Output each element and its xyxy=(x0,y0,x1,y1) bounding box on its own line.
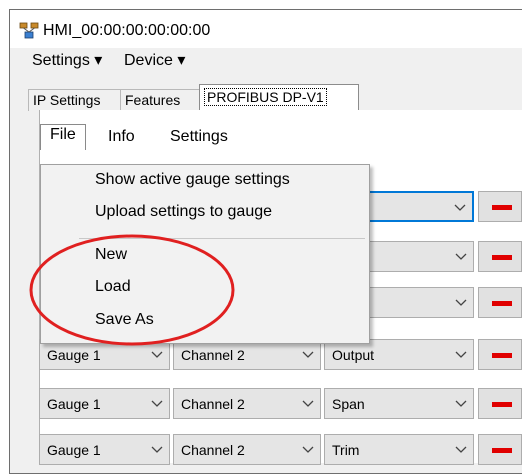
remove-row-button[interactable] xyxy=(478,339,522,370)
gauge-value: Gauge 1 xyxy=(47,396,101,412)
remove-row-button[interactable] xyxy=(478,241,522,272)
menu-item-show-active-gauge-settings[interactable]: Show active gauge settings xyxy=(95,171,290,189)
channel-value: Channel 2 xyxy=(181,347,245,363)
remove-row-button[interactable] xyxy=(478,388,522,419)
chevron-down-icon xyxy=(302,446,314,453)
title-bar: HMI_00:00:00:00:00:00 xyxy=(10,10,522,48)
menu-device[interactable]: Device ▾ xyxy=(124,50,185,70)
minus-icon xyxy=(492,402,512,407)
menu-settings[interactable]: Settings ▾ xyxy=(32,50,102,70)
tab-features-label: Features xyxy=(125,92,181,108)
channel-value: Channel 2 xyxy=(181,442,245,458)
gauge-select[interactable]: Gauge 1 xyxy=(39,388,170,419)
minus-icon xyxy=(492,301,512,306)
minus-icon xyxy=(492,205,512,210)
menu-item-save-as[interactable]: Save As xyxy=(95,311,154,329)
type-select[interactable]: Trim xyxy=(324,434,474,465)
minus-icon xyxy=(492,255,512,260)
remove-row-button[interactable] xyxy=(478,434,522,465)
tab-profibus[interactable]: PROFIBUS DP-V1 xyxy=(199,84,359,111)
menu-icon-gutter xyxy=(41,165,77,343)
window-title: HMI_00:00:00:00:00:00 xyxy=(43,22,211,39)
tab-profibus-label: PROFIBUS DP-V1 xyxy=(204,88,327,106)
menu-inner-settings[interactable]: Settings xyxy=(170,128,228,146)
chevron-down-icon xyxy=(151,400,163,407)
remove-row-button[interactable] xyxy=(478,287,522,318)
chevron-down-icon xyxy=(455,446,467,453)
file-dropdown-menu: Show active gauge settings Upload settin… xyxy=(40,164,370,344)
tab-ip-settings[interactable]: IP Settings xyxy=(28,89,121,111)
channel-select[interactable]: Channel 2 xyxy=(173,434,321,465)
remove-row-button[interactable] xyxy=(478,191,522,222)
type-select[interactable]: Span xyxy=(324,388,474,419)
tab-ip-settings-label: IP Settings xyxy=(33,92,101,108)
chevron-down-icon xyxy=(454,204,466,211)
gauge-value: Gauge 1 xyxy=(47,347,101,363)
menu-item-load[interactable]: Load xyxy=(95,278,131,296)
type-value: Span xyxy=(332,396,365,412)
chevron-down-icon xyxy=(455,299,467,306)
chevron-down-icon xyxy=(455,253,467,260)
menu-file[interactable]: File xyxy=(40,124,86,150)
chevron-down-icon xyxy=(455,351,467,358)
chevron-down-icon xyxy=(302,400,314,407)
chevron-down-icon xyxy=(151,351,163,358)
type-value: Output xyxy=(332,347,375,363)
menu-info[interactable]: Info xyxy=(108,128,135,146)
type-value: Trim xyxy=(332,442,360,458)
channel-value: Channel 2 xyxy=(181,396,245,412)
tab-strip: IP Settings Features PROFIBUS DP-V1 xyxy=(9,83,521,111)
menu-item-new[interactable]: New xyxy=(95,246,127,264)
minus-icon xyxy=(492,448,512,453)
gauge-select[interactable]: Gauge 1 xyxy=(39,434,170,465)
menu-item-upload-settings[interactable]: Upload settings to gauge xyxy=(95,203,272,221)
chevron-down-icon xyxy=(151,446,163,453)
channel-select[interactable]: Channel 2 xyxy=(173,388,321,419)
app-network-icon xyxy=(19,22,39,39)
gauge-value: Gauge 1 xyxy=(47,442,101,458)
chevron-down-icon xyxy=(302,351,314,358)
tab-features[interactable]: Features xyxy=(120,89,200,111)
menu-separator xyxy=(79,238,365,239)
chevron-down-icon xyxy=(455,400,467,407)
minus-icon xyxy=(492,353,512,358)
